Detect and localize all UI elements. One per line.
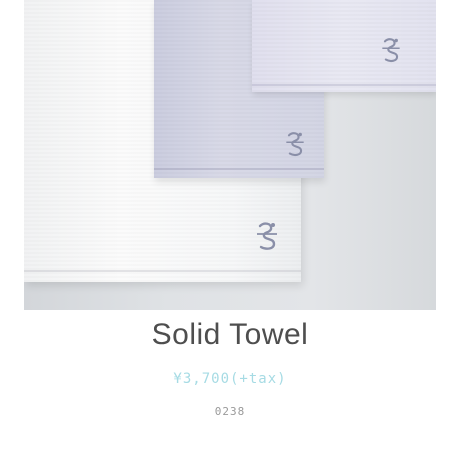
embroidered-logo-icon bbox=[286, 132, 304, 157]
product-title[interactable]: Solid Towel bbox=[0, 318, 460, 352]
product-image[interactable] bbox=[24, 0, 436, 310]
product-card[interactable]: Solid Towel ¥3,700(+tax) 0238 bbox=[0, 0, 460, 460]
embroidered-logo-icon bbox=[257, 222, 277, 250]
embroidered-logo-icon bbox=[382, 38, 400, 63]
towel-lavender bbox=[252, 0, 436, 92]
product-price: ¥3,700(+tax) bbox=[173, 371, 287, 387]
product-code: 0238 bbox=[214, 405, 246, 418]
